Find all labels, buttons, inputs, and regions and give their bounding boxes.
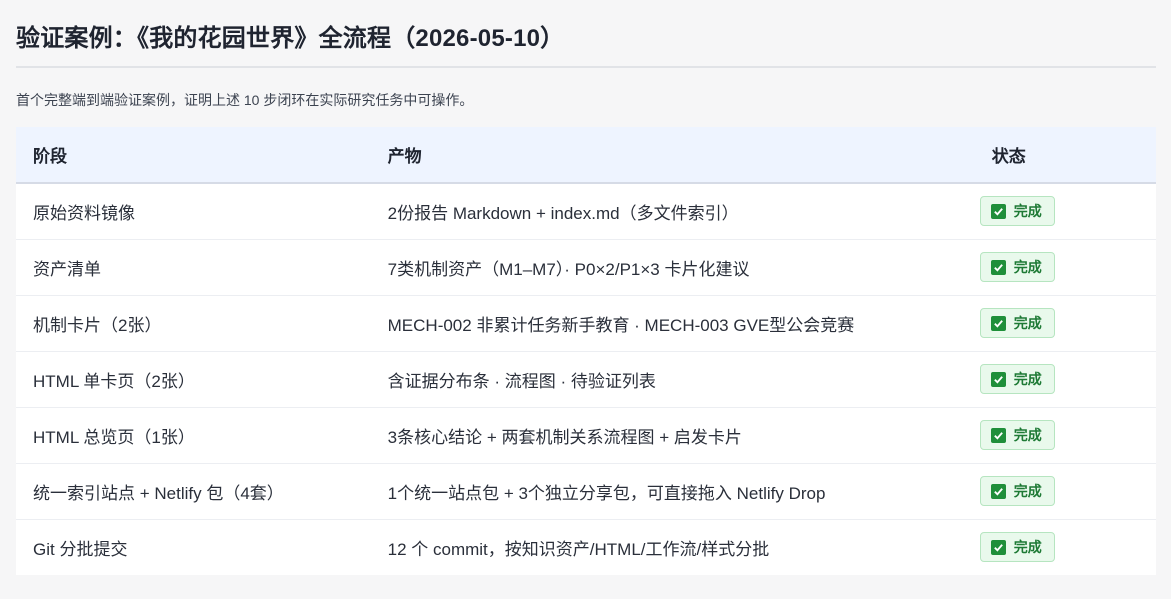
table-row: 资产清单 7类机制资产（M1–M7）· P0×2/P1×3 卡片化建议 完成	[16, 239, 1156, 295]
status-badge: 完成	[979, 420, 1055, 450]
check-mark-icon	[990, 483, 1006, 499]
page: 验证案例：《我的花园世界》全流程（2026-05-10） 首个完整端到端验证案例…	[0, 0, 1171, 575]
status-text: 完成	[1013, 539, 1042, 556]
status-badge: 完成	[979, 252, 1055, 282]
check-mark-icon	[990, 427, 1006, 443]
status-cell: 完成	[975, 295, 1156, 351]
status-badge: 完成	[979, 476, 1055, 506]
status-cell: 完成	[975, 407, 1156, 463]
workflow-table: 阶段 产物 状态 原始资料镜像 2份报告 Markdown + index.md…	[16, 127, 1156, 575]
status-text: 完成	[1013, 315, 1042, 331]
status-cell: 完成	[975, 351, 1156, 407]
output-cell: 12 个 commit，按知识资产/HTML/工作流/样式分批	[387, 539, 770, 559]
stage-cell: 统一索引站点 + Netlify 包（4套）	[33, 483, 284, 503]
status-text: 完成	[1013, 427, 1042, 443]
table-row: HTML 单卡页（2张） 含证据分布条 · 流程图 · 待验证列表 完成	[16, 351, 1156, 407]
check-mark-icon	[990, 315, 1006, 331]
output-cell: 1个统一站点包 + 3个独立分享包，可直接拖入 Netlify Drop	[387, 483, 826, 503]
status-cell: 完成	[975, 519, 1156, 575]
status-badge: 完成	[979, 196, 1055, 227]
table-row: HTML 总览页（1张） 3条核心结论 + 两套机制关系流程图 + 启发卡片 完…	[16, 407, 1156, 463]
page-title: 验证案例：《我的花园世界》全流程（2026-05-10）	[16, 25, 565, 52]
output-cell: 2份报告 Markdown + index.md（多文件索引）	[387, 203, 739, 223]
stage-cell: 资产清单	[33, 259, 101, 279]
table-row: 原始资料镜像 2份报告 Markdown + index.md（多文件索引） 完…	[16, 183, 1156, 239]
title-divider	[16, 66, 1156, 68]
stage-cell: HTML 单卡页（2张）	[33, 371, 195, 391]
status-text: 完成	[1013, 371, 1042, 387]
page-subtitle: 首个完整端到端验证案例，证明上述 10 步闭环在实际研究任务中可操作。	[16, 92, 474, 108]
table-row: 统一索引站点 + Netlify 包（4套） 1个统一站点包 + 3个独立分享包…	[16, 463, 1156, 519]
status-text: 完成	[1013, 259, 1042, 275]
status-badge: 完成	[979, 364, 1055, 394]
output-cell: 3条核心结论 + 两套机制关系流程图 + 启发卡片	[387, 427, 742, 447]
column-header-output: 产物	[387, 147, 422, 166]
table-row: 机制卡片（2张） MECH-002 非累计任务新手教育 · MECH-003 G…	[16, 295, 1156, 351]
status-text: 完成	[1013, 483, 1042, 499]
stage-cell: 机制卡片（2张）	[33, 315, 162, 335]
table-row: Git 分批提交 12 个 commit，按知识资产/HTML/工作流/样式分批…	[16, 519, 1156, 575]
output-cell: 7类机制资产（M1–M7）· P0×2/P1×3 卡片化建议	[387, 259, 750, 279]
stage-cell: HTML 总览页（1张）	[33, 427, 195, 447]
status-cell: 完成	[975, 183, 1156, 239]
status-badge: 完成	[979, 532, 1055, 563]
stage-cell: 原始资料镜像	[33, 203, 135, 223]
output-cell: 含证据分布条 · 流程图 · 待验证列表	[387, 371, 656, 391]
check-mark-icon	[990, 203, 1006, 219]
column-header-status: 状态	[991, 147, 1026, 166]
output-cell: MECH-002 非累计任务新手教育 · MECH-003 GVE型公会竞赛	[387, 315, 855, 335]
status-cell: 完成	[975, 463, 1156, 519]
status-cell: 完成	[975, 239, 1156, 295]
check-mark-icon	[990, 259, 1006, 275]
check-mark-icon	[990, 539, 1006, 555]
status-text: 完成	[1013, 203, 1042, 220]
status-badge: 完成	[979, 308, 1055, 338]
column-header-stage: 阶段	[33, 147, 67, 166]
table-header-row: 阶段 产物 状态	[16, 127, 1156, 183]
check-mark-icon	[990, 371, 1006, 387]
stage-cell: Git 分批提交	[33, 539, 128, 559]
